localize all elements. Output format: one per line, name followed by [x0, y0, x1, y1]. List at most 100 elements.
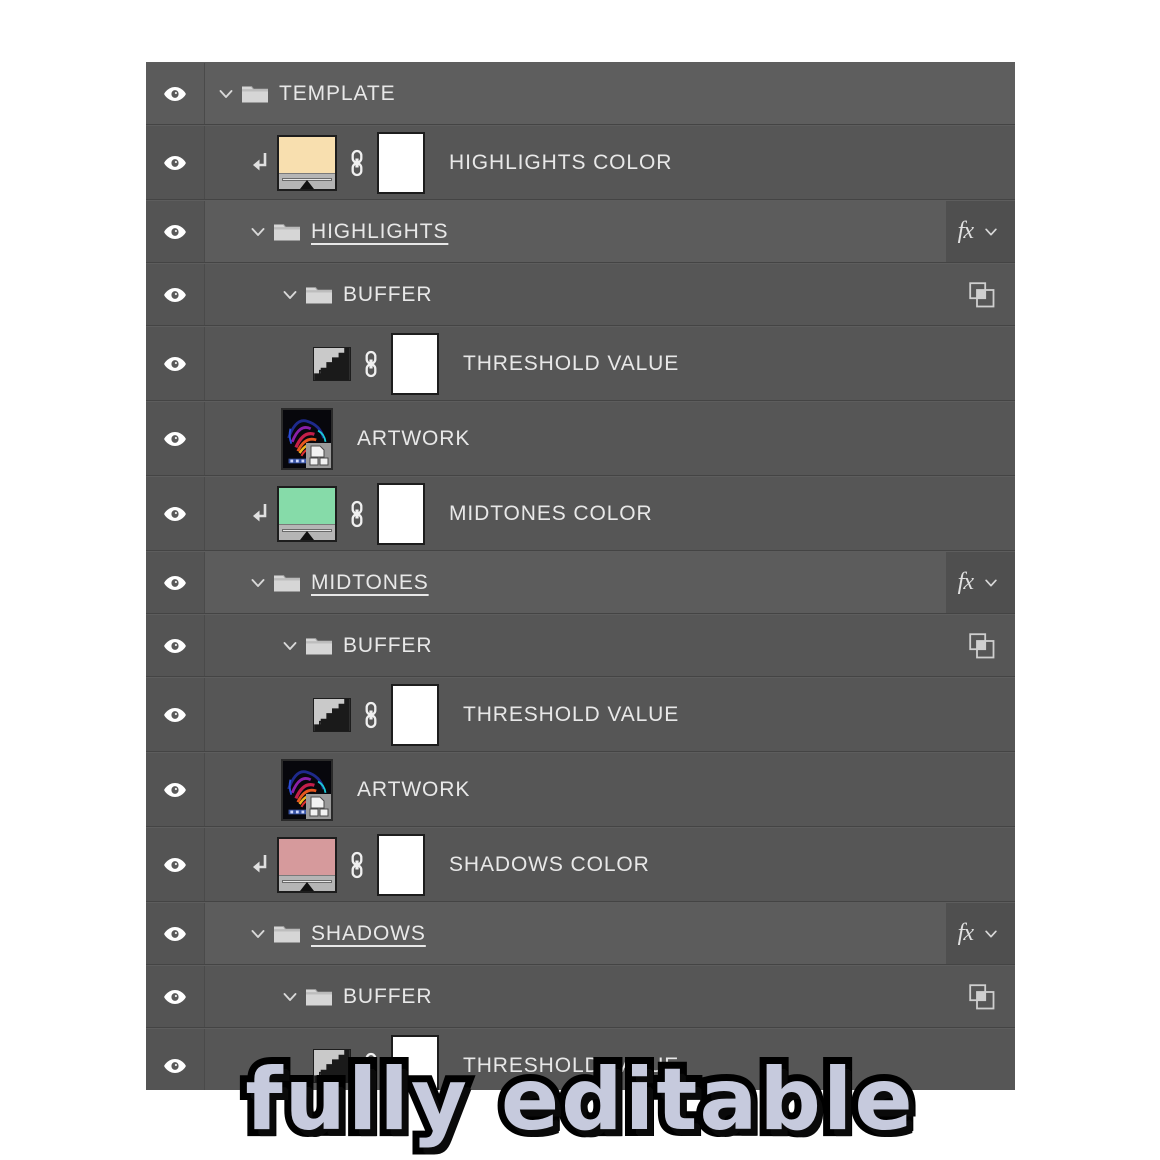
chevron-down-icon[interactable] — [983, 926, 999, 942]
pass-through-icon[interactable] — [969, 983, 995, 1010]
link-mask-icon[interactable] — [360, 700, 382, 730]
layer-row-right-icons[interactable]: fx — [945, 903, 1015, 964]
layer-visibility-toggle[interactable] — [146, 63, 205, 124]
layer-row-right-icons[interactable] — [969, 264, 1015, 325]
gradient-map-thumbnail[interactable] — [277, 836, 337, 893]
eye-icon[interactable] — [163, 287, 187, 303]
layer-row[interactable]: HIGHLIGHTS COLOR — [146, 125, 1015, 200]
layer-row[interactable]: THRESHOLD VALUE — [146, 326, 1015, 401]
eye-icon[interactable] — [163, 926, 187, 942]
layer-visibility-toggle[interactable] — [146, 402, 205, 475]
layer-row-right-icons[interactable] — [969, 615, 1015, 676]
chevron-down-icon[interactable] — [281, 988, 299, 1006]
layer-visibility-toggle[interactable] — [146, 615, 205, 676]
eye-icon[interactable] — [163, 155, 187, 171]
layer-content[interactable]: ARTWORK — [205, 402, 1015, 475]
layer-mask-thumbnail[interactable] — [391, 332, 439, 395]
link-mask-icon[interactable] — [346, 499, 368, 529]
layer-mask-thumbnail[interactable] — [377, 482, 425, 545]
layer-visibility-toggle[interactable] — [146, 552, 205, 613]
link-mask-icon[interactable] — [360, 1051, 382, 1081]
layer-row[interactable]: BUFFER — [146, 614, 1015, 677]
layer-visibility-toggle[interactable] — [146, 264, 205, 325]
pass-through-icon[interactable] — [969, 281, 995, 308]
layer-row[interactable]: MIDTONES fx — [146, 551, 1015, 614]
layer-mask-thumbnail[interactable] — [377, 131, 425, 194]
eye-icon[interactable] — [163, 782, 187, 798]
layer-row[interactable]: HIGHLIGHTS fx — [146, 200, 1015, 263]
layer-visibility-toggle[interactable] — [146, 1029, 205, 1090]
eye-icon[interactable] — [163, 86, 187, 102]
layer-content[interactable]: HIGHLIGHTS COLOR — [205, 126, 1015, 199]
artwork-thumbnail[interactable] — [281, 407, 333, 470]
layer-content[interactable]: SHADOWS fx — [205, 903, 1015, 964]
layer-visibility-toggle[interactable] — [146, 126, 205, 199]
layer-visibility-toggle[interactable] — [146, 678, 205, 751]
layer-content[interactable]: BUFFER — [205, 615, 1015, 676]
layer-visibility-toggle[interactable] — [146, 966, 205, 1027]
layer-visibility-toggle[interactable] — [146, 201, 205, 262]
eye-icon[interactable] — [163, 356, 187, 372]
eye-icon[interactable] — [163, 638, 187, 654]
layer-content[interactable]: HIGHLIGHTS fx — [205, 201, 1015, 262]
layer-row[interactable]: MIDTONES COLOR — [146, 476, 1015, 551]
layer-content[interactable]: ARTWORK — [205, 753, 1015, 826]
eye-icon[interactable] — [163, 1058, 187, 1074]
chevron-down-icon[interactable] — [249, 925, 267, 943]
artwork-thumbnail[interactable] — [281, 758, 333, 821]
eye-icon[interactable] — [163, 707, 187, 723]
eye-icon[interactable] — [163, 575, 187, 591]
chevron-down-icon[interactable] — [983, 575, 999, 591]
eye-icon[interactable] — [163, 224, 187, 240]
chevron-down-icon[interactable] — [249, 223, 267, 241]
link-mask-icon[interactable] — [346, 850, 368, 880]
layer-visibility-toggle[interactable] — [146, 753, 205, 826]
layer-row[interactable]: ARTWORK — [146, 752, 1015, 827]
layer-content[interactable]: MIDTONES fx — [205, 552, 1015, 613]
layer-row[interactable]: SHADOWS COLOR — [146, 827, 1015, 902]
layer-row[interactable]: BUFFER — [146, 263, 1015, 326]
layer-content[interactable]: THRESHOLD VALUE — [205, 1029, 1015, 1090]
layer-row[interactable]: THRESHOLD VALUE — [146, 1028, 1015, 1090]
eye-icon[interactable] — [163, 989, 187, 1005]
layer-content[interactable]: SHADOWS COLOR — [205, 828, 1015, 901]
chevron-down-icon[interactable] — [249, 574, 267, 592]
layer-row[interactable]: TEMPLATE — [146, 62, 1015, 125]
layer-mask-thumbnail[interactable] — [391, 1034, 439, 1090]
eye-icon[interactable] — [163, 431, 187, 447]
chevron-down-icon[interactable] — [281, 286, 299, 304]
layers-panel[interactable]: TEMPLATE HIGHLIGHTS COLOR HIGHLIGHTS fx BUFF… — [146, 62, 1015, 1090]
layer-effects-button[interactable]: fx — [945, 201, 1015, 262]
chevron-down-icon[interactable] — [281, 637, 299, 655]
layer-content[interactable]: TEMPLATE — [205, 63, 1015, 124]
layer-content[interactable]: THRESHOLD VALUE — [205, 678, 1015, 751]
layer-visibility-toggle[interactable] — [146, 327, 205, 400]
layer-row-right-icons[interactable] — [969, 966, 1015, 1027]
layer-row[interactable]: SHADOWS fx — [146, 902, 1015, 965]
link-mask-icon[interactable] — [360, 349, 382, 379]
layer-row-right-icons[interactable]: fx — [945, 552, 1015, 613]
layer-mask-thumbnail[interactable] — [391, 683, 439, 746]
layer-content[interactable]: MIDTONES COLOR — [205, 477, 1015, 550]
layer-row-right-icons[interactable]: fx — [945, 201, 1015, 262]
layer-visibility-toggle[interactable] — [146, 903, 205, 964]
layer-effects-button[interactable]: fx — [945, 903, 1015, 964]
layer-row[interactable]: BUFFER — [146, 965, 1015, 1028]
layer-content[interactable]: THRESHOLD VALUE — [205, 327, 1015, 400]
gradient-map-thumbnail[interactable] — [277, 134, 337, 191]
layer-content[interactable]: BUFFER — [205, 264, 1015, 325]
layer-row[interactable]: ARTWORK — [146, 401, 1015, 476]
eye-icon[interactable] — [163, 857, 187, 873]
chevron-down-icon[interactable] — [217, 85, 235, 103]
pass-through-icon[interactable] — [969, 632, 995, 659]
layer-mask-thumbnail[interactable] — [377, 833, 425, 896]
layer-content[interactable]: BUFFER — [205, 966, 1015, 1027]
layer-visibility-toggle[interactable] — [146, 477, 205, 550]
gradient-map-thumbnail[interactable] — [277, 485, 337, 542]
chevron-down-icon[interactable] — [983, 224, 999, 240]
layer-row[interactable]: THRESHOLD VALUE — [146, 677, 1015, 752]
layer-effects-button[interactable]: fx — [945, 552, 1015, 613]
eye-icon[interactable] — [163, 506, 187, 522]
link-mask-icon[interactable] — [346, 148, 368, 178]
layer-visibility-toggle[interactable] — [146, 828, 205, 901]
